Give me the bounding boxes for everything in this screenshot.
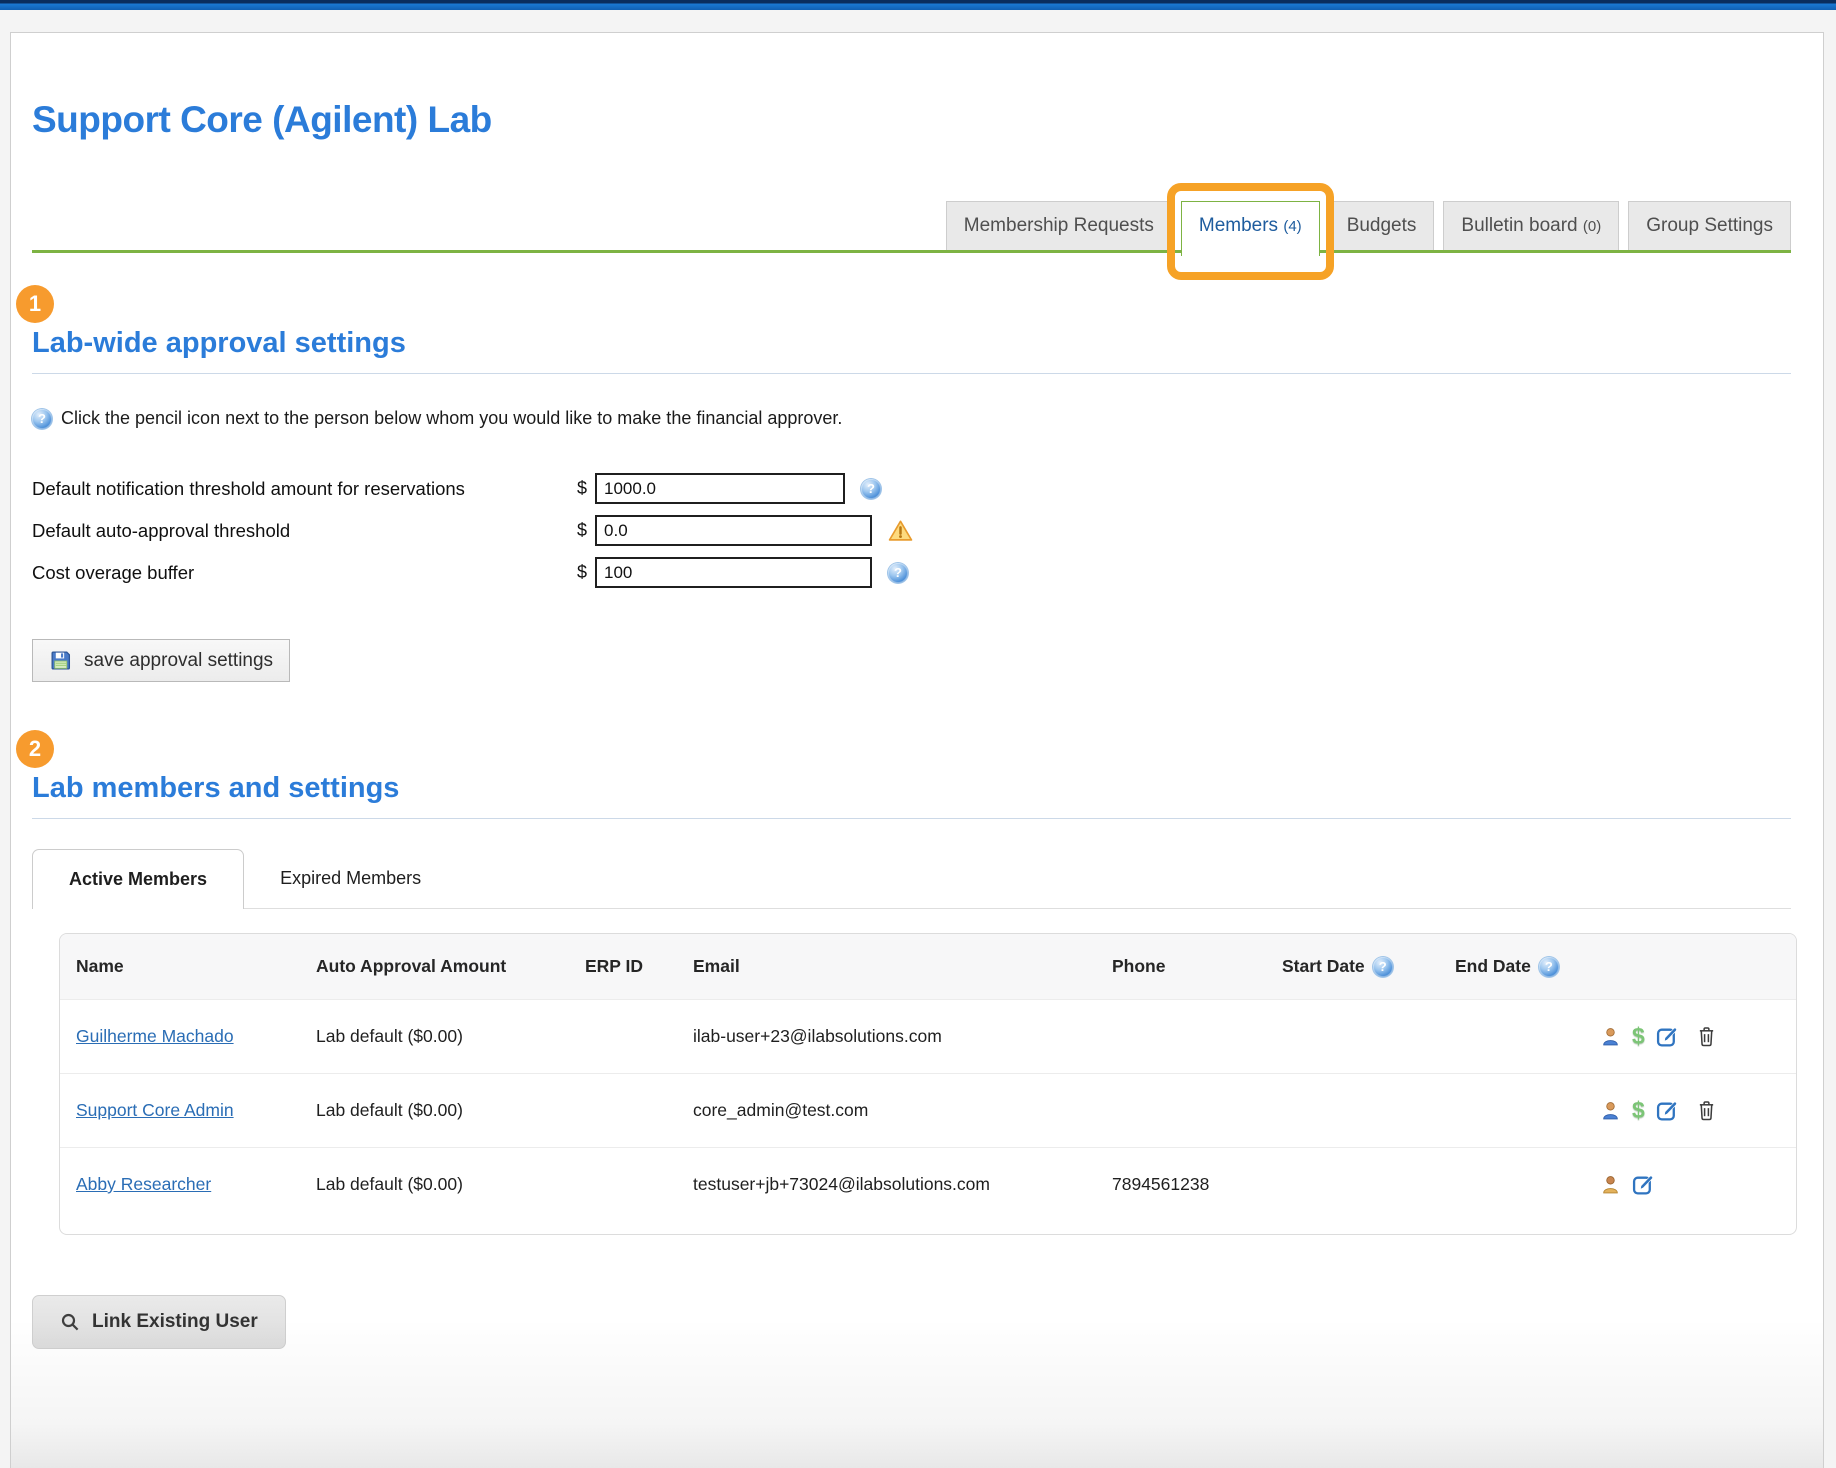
col-name: Name bbox=[76, 956, 316, 977]
edit-member-icon[interactable] bbox=[1656, 1025, 1679, 1048]
row-actions: $ bbox=[1600, 1099, 1796, 1122]
link-existing-user-button[interactable]: Link Existing User bbox=[32, 1295, 286, 1349]
member-role-icon[interactable] bbox=[1600, 1026, 1621, 1047]
help-icon[interactable]: ? bbox=[888, 563, 908, 583]
link-button-label: Link Existing User bbox=[92, 1311, 258, 1333]
col-label: End Date bbox=[1455, 956, 1531, 977]
field-icon-wrap: ? bbox=[888, 563, 908, 583]
tab-label: Bulletin board bbox=[1461, 215, 1577, 236]
email-cell: ilab-user+23@ilabsolutions.com bbox=[693, 1026, 1112, 1047]
cost-overage-buffer-input[interactable] bbox=[595, 557, 872, 588]
tab-members[interactable]: Members (4) bbox=[1181, 201, 1320, 256]
col-end-date: End Date ? bbox=[1455, 956, 1600, 977]
warning-icon bbox=[888, 519, 913, 542]
tab-label: Group Settings bbox=[1646, 215, 1773, 236]
members-tab-highlight-wrap: Members (4) bbox=[1181, 201, 1320, 250]
top-browser-bar bbox=[0, 0, 1836, 10]
field-label: Default auto-approval threshold bbox=[32, 520, 577, 542]
email-cell: core_admin@test.com bbox=[693, 1100, 1112, 1121]
financial-settings-icon[interactable]: $ bbox=[1632, 1025, 1645, 1048]
floppy-disk-icon bbox=[49, 649, 72, 672]
name-cell: Support Core Admin bbox=[76, 1100, 316, 1121]
col-erp-id: ERP ID bbox=[585, 956, 693, 977]
search-icon bbox=[60, 1312, 80, 1332]
tab-budgets[interactable]: Budgets bbox=[1329, 201, 1435, 250]
step-1-badge: 1 bbox=[16, 285, 54, 323]
email-cell: testuser+jb+73024@ilabsolutions.com bbox=[693, 1174, 1112, 1195]
approval-instruction: ? Click the pencil icon next to the pers… bbox=[32, 408, 1791, 429]
step-2-badge: 2 bbox=[16, 730, 54, 768]
notification-threshold-input[interactable] bbox=[595, 473, 845, 504]
row-actions bbox=[1600, 1173, 1796, 1196]
tab-active-members[interactable]: Active Members bbox=[32, 849, 244, 909]
table-row: Abby Researcher Lab default ($0.00) test… bbox=[60, 1147, 1796, 1234]
col-email: Email bbox=[693, 956, 1112, 977]
form-row: Default auto-approval threshold $ bbox=[32, 515, 1791, 546]
edit-member-icon[interactable] bbox=[1656, 1099, 1679, 1122]
tab-bulletin-board[interactable]: Bulletin board (0) bbox=[1443, 201, 1619, 250]
phone-cell: 7894561238 bbox=[1112, 1174, 1282, 1195]
tab-count: (4) bbox=[1283, 218, 1301, 235]
members-table-header: Name Auto Approval Amount ERP ID Email P… bbox=[60, 934, 1796, 999]
members-table-rows: Guilherme Machado Lab default ($0.00) il… bbox=[60, 999, 1796, 1234]
field-label: Default notification threshold amount fo… bbox=[32, 478, 577, 500]
col-start-date: Start Date ? bbox=[1282, 956, 1455, 977]
currency-symbol: $ bbox=[577, 478, 587, 499]
tab-label: Members bbox=[1199, 215, 1278, 236]
col-auto-approval: Auto Approval Amount bbox=[316, 956, 585, 977]
financial-settings-icon[interactable]: $ bbox=[1632, 1099, 1645, 1122]
member-name-link[interactable]: Support Core Admin bbox=[76, 1100, 234, 1120]
help-icon[interactable]: ? bbox=[861, 479, 881, 499]
member-role-icon[interactable] bbox=[1600, 1100, 1621, 1121]
members-table: Name Auto Approval Amount ERP ID Email P… bbox=[59, 933, 1797, 1235]
name-cell: Abby Researcher bbox=[76, 1174, 316, 1195]
delete-member-icon[interactable] bbox=[1697, 1100, 1716, 1121]
table-row: Guilherme Machado Lab default ($0.00) il… bbox=[60, 999, 1796, 1073]
save-button-label: save approval settings bbox=[84, 650, 273, 672]
edit-member-icon[interactable] bbox=[1632, 1173, 1655, 1196]
currency-symbol: $ bbox=[577, 562, 587, 583]
member-name-link[interactable]: Abby Researcher bbox=[76, 1174, 211, 1194]
tab-expired-members[interactable]: Expired Members bbox=[244, 849, 457, 908]
members-subtabs: Active Members Expired Members bbox=[32, 849, 1791, 909]
member-role-alt-icon[interactable] bbox=[1600, 1174, 1621, 1195]
tab-count: (0) bbox=[1583, 218, 1601, 235]
help-icon[interactable]: ? bbox=[32, 409, 52, 429]
tab-label: Budgets bbox=[1347, 215, 1417, 236]
col-phone: Phone bbox=[1112, 956, 1282, 977]
form-row: Default notification threshold amount fo… bbox=[32, 473, 1791, 504]
name-cell: Guilherme Machado bbox=[76, 1026, 316, 1047]
delete-member-icon[interactable] bbox=[1697, 1026, 1716, 1047]
col-label: Start Date bbox=[1282, 956, 1365, 977]
tab-membership-requests[interactable]: Membership Requests bbox=[946, 201, 1172, 250]
approval-settings-title: Lab-wide approval settings bbox=[32, 327, 1791, 374]
help-icon[interactable]: ? bbox=[1539, 957, 1559, 977]
field-label: Cost overage buffer bbox=[32, 562, 577, 584]
lab-members-title: Lab members and settings bbox=[32, 772, 1791, 819]
form-row: Cost overage buffer $ ? bbox=[32, 557, 1791, 588]
auto-approval-threshold-input[interactable] bbox=[595, 515, 872, 546]
auto-approval-cell: Lab default ($0.00) bbox=[316, 1026, 585, 1047]
field-icon-wrap: ? bbox=[861, 479, 881, 499]
approval-form: Default notification threshold amount fo… bbox=[32, 473, 1791, 588]
row-actions: $ bbox=[1600, 1025, 1796, 1048]
save-approval-settings-button[interactable]: save approval settings bbox=[32, 639, 290, 682]
instruction-text: Click the pencil icon next to the person… bbox=[61, 408, 842, 429]
table-row: Support Core Admin Lab default ($0.00) c… bbox=[60, 1073, 1796, 1147]
auto-approval-cell: Lab default ($0.00) bbox=[316, 1100, 585, 1121]
lab-nav-tabs: Membership Requests Members (4) Budgets … bbox=[32, 201, 1791, 253]
help-icon[interactable]: ? bbox=[1373, 957, 1393, 977]
page-title: Support Core (Agilent) Lab bbox=[32, 99, 1791, 141]
auto-approval-cell: Lab default ($0.00) bbox=[316, 1174, 585, 1195]
currency-symbol: $ bbox=[577, 520, 587, 541]
tab-label: Membership Requests bbox=[964, 215, 1154, 236]
member-name-link[interactable]: Guilherme Machado bbox=[76, 1026, 234, 1046]
tab-group-settings[interactable]: Group Settings bbox=[1628, 201, 1791, 250]
main-panel: Support Core (Agilent) Lab Membership Re… bbox=[10, 32, 1824, 1468]
